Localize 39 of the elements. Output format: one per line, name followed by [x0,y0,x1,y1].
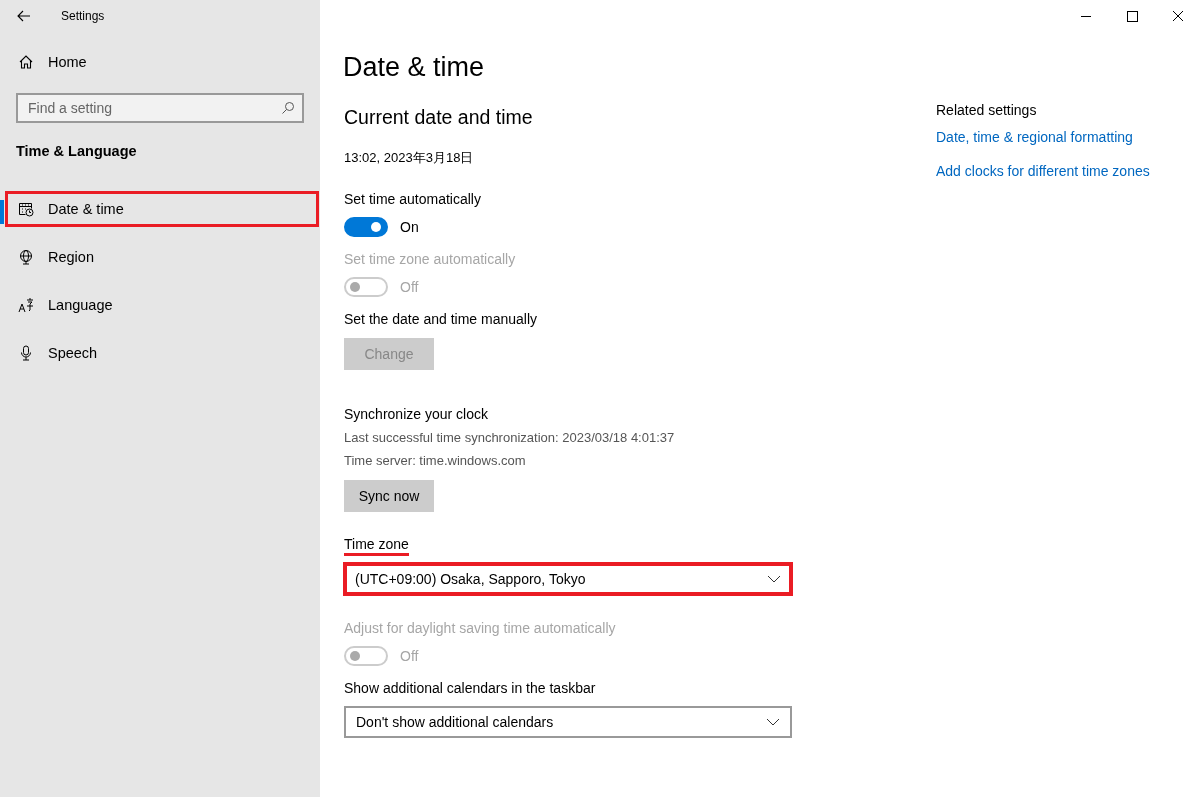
sync-now-button[interactable]: Sync now [344,480,434,512]
toggle-state-text: On [400,219,419,235]
setting-label: Set time zone automatically [344,251,517,269]
chevron-down-icon [767,575,781,583]
toggle-switch[interactable] [344,217,388,237]
home-nav-item[interactable]: Home [18,51,320,73]
related-link[interactable]: Date, time & regional formatting [936,129,1150,145]
dropdown[interactable]: Don't show additional calendars [344,706,792,738]
nav-item[interactable]: Language [5,287,319,323]
setting-label: Show additional calendars in the taskbar [344,680,597,698]
search-field[interactable]: Find a setting [16,93,304,123]
nav-item[interactable]: Region [5,239,319,275]
sync-info-text: Time server: time.windows.com [344,453,527,470]
nav-item[interactable]: Date & time [5,191,319,227]
search-icon [281,101,295,115]
calendar-clock-icon [18,201,34,217]
toggle-state-text: Off [400,648,419,664]
setting-label: Set time automatically [344,191,482,209]
nav-item[interactable]: Speech [5,335,319,371]
back-arrow-icon[interactable] [17,10,31,22]
dropdown[interactable]: (UTC+09:00) Osaka, Sapporo, Tokyo [343,562,793,596]
setting-label: Adjust for daylight saving time automatically [344,620,617,638]
window-title: Settings [61,9,105,23]
home-icon [18,54,34,70]
chevron-down-icon [766,718,780,726]
setting-label: Time zone [344,536,409,556]
related-link[interactable]: Add clocks for different time zones [936,163,1150,179]
current-date-time: 13:02, 2023年3月18日 [344,149,475,167]
setting-label: Set the date and time manually [344,311,538,329]
globe-icon [18,249,34,265]
sync-info-text: Last successful time synchronization: 2023/03/18 4:01:37 [344,430,676,447]
related-settings-title: Related settings [936,102,1038,120]
section-heading: Time & Language [16,143,138,161]
page-title: Date & time [343,52,486,84]
section-heading: Current date and time [344,106,534,129]
microphone-icon [18,345,34,361]
setting-label: Synchronize your clock [344,406,489,424]
toggle-state-text: Off [400,279,419,295]
language-icon [18,297,34,313]
